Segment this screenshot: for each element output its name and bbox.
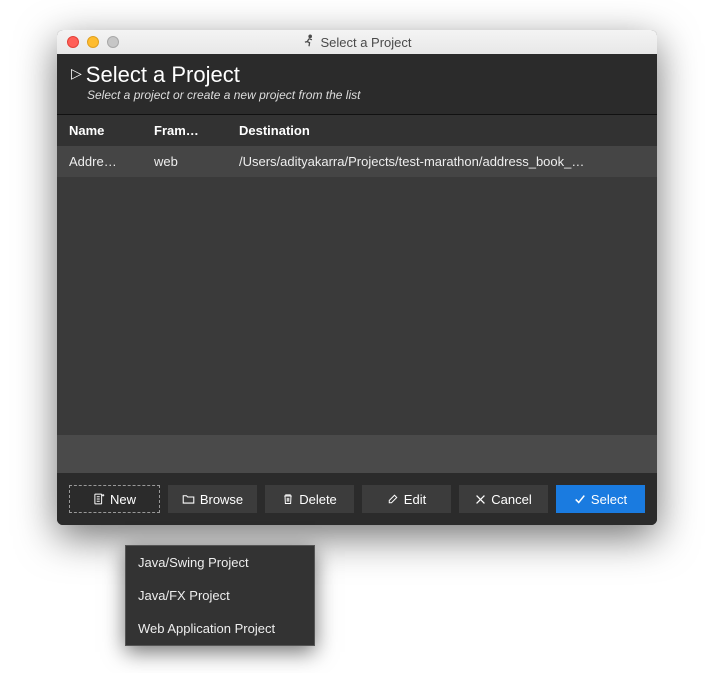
- column-header-name[interactable]: Name: [69, 123, 154, 138]
- project-selector-window: Select a Project ▷ Select a Project Sele…: [57, 30, 657, 525]
- column-header-destination[interactable]: Destination: [239, 123, 645, 138]
- new-button[interactable]: New: [69, 485, 160, 513]
- new-button-label: New: [110, 492, 136, 507]
- status-strip: [57, 435, 657, 473]
- cell-destination: /Users/adityakarra/Projects/test-maratho…: [239, 154, 645, 169]
- footer-buttons: New Browse Delete: [57, 473, 657, 525]
- projects-table: Name Fram… Destination Addre… web /Users…: [57, 115, 657, 473]
- browse-folder-icon: [182, 493, 195, 505]
- dropdown-item-java-swing[interactable]: Java/Swing Project: [126, 546, 314, 579]
- select-button-label: Select: [591, 492, 627, 507]
- disclosure-triangle-icon[interactable]: ▷: [71, 65, 82, 85]
- page-title: Select a Project: [86, 62, 240, 88]
- cancel-button-label: Cancel: [491, 492, 531, 507]
- table-header-row: Name Fram… Destination: [57, 115, 657, 146]
- cell-name: Addre…: [69, 154, 154, 169]
- browse-button[interactable]: Browse: [168, 485, 257, 513]
- runner-icon: [302, 34, 316, 51]
- select-check-icon: [574, 493, 586, 505]
- page-subtitle: Select a project or create a new project…: [71, 88, 643, 102]
- edit-button-label: Edit: [404, 492, 426, 507]
- new-project-dropdown: Java/Swing Project Java/FX Project Web A…: [125, 545, 315, 646]
- edit-button[interactable]: Edit: [362, 485, 451, 513]
- cancel-button[interactable]: Cancel: [459, 485, 548, 513]
- cancel-x-icon: [475, 494, 486, 505]
- titlebar-title-wrap: Select a Project: [57, 34, 657, 51]
- dropdown-item-java-fx[interactable]: Java/FX Project: [126, 579, 314, 612]
- table-row[interactable]: Addre… web /Users/adityakarra/Projects/t…: [57, 146, 657, 177]
- cell-framework: web: [154, 154, 239, 169]
- delete-button-label: Delete: [299, 492, 337, 507]
- edit-pencil-icon: [387, 493, 399, 505]
- delete-trash-icon: [282, 493, 294, 505]
- column-header-framework[interactable]: Fram…: [154, 123, 239, 138]
- delete-button[interactable]: Delete: [265, 485, 354, 513]
- titlebar-title: Select a Project: [320, 35, 411, 50]
- table-empty-area[interactable]: [57, 177, 657, 435]
- select-button[interactable]: Select: [556, 485, 645, 513]
- titlebar[interactable]: Select a Project: [57, 30, 657, 54]
- new-document-icon: [93, 493, 105, 505]
- header: ▷ Select a Project Select a project or c…: [57, 54, 657, 115]
- dropdown-item-web-app[interactable]: Web Application Project: [126, 612, 314, 645]
- browse-button-label: Browse: [200, 492, 243, 507]
